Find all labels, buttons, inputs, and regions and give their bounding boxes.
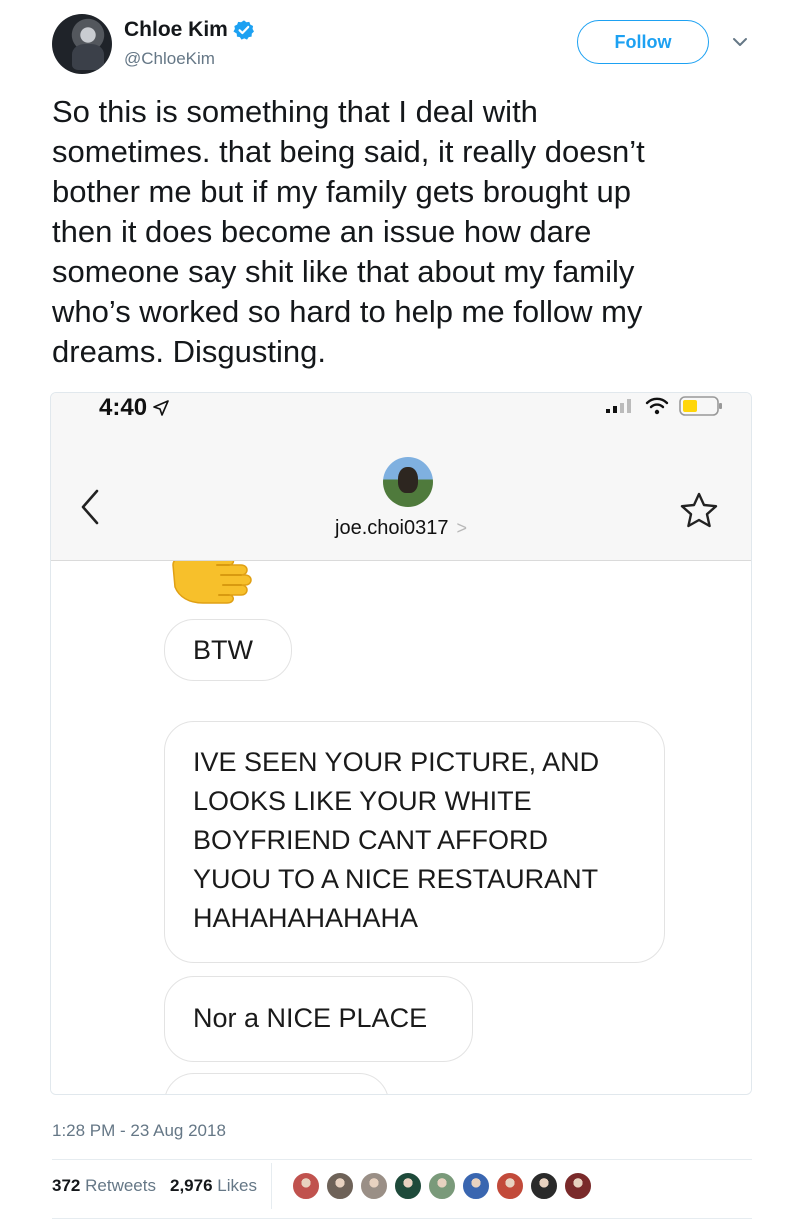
tweet-media-image[interactable]: 4:40 joe.choi0317 > BTW IVE SEEN YOUR PI…	[50, 392, 752, 1095]
author-name-row: Chloe Kim	[124, 18, 255, 42]
message-bubble-partial	[164, 1073, 389, 1094]
follow-button[interactable]: Follow	[577, 20, 709, 64]
message-bubble: BTW	[164, 619, 292, 681]
likes-stat[interactable]: 2,976 Likes	[170, 1176, 257, 1196]
message-bubble: IVE SEEN YOUR PICTURE, AND LOOKS LIKE YO…	[164, 721, 665, 963]
tweet-timestamp[interactable]: 1:28 PM - 23 Aug 2018	[52, 1121, 226, 1141]
contact-username-row[interactable]: joe.choi0317 >	[51, 517, 751, 540]
status-icons	[605, 396, 723, 416]
liker-avatar[interactable]	[359, 1172, 388, 1200]
star-icon[interactable]	[679, 491, 719, 531]
dm-header: joe.choi0317 >	[51, 421, 751, 561]
contact-chevron: >	[456, 518, 467, 538]
author-avatar[interactable]	[52, 14, 112, 74]
liker-avatars	[291, 1172, 592, 1200]
tweet-header: Chloe Kim @ChloeKim Follow	[52, 14, 752, 78]
author-handle[interactable]: @ChloeKim	[124, 49, 215, 69]
likes-label: Likes	[217, 1176, 257, 1195]
author-name[interactable]: Chloe Kim	[124, 18, 228, 42]
dm-thread: BTW IVE SEEN YOUR PICTURE, AND LOOKS LIK…	[51, 561, 751, 1094]
retweets-stat[interactable]: 372 Retweets	[52, 1176, 156, 1196]
contact-username: joe.choi0317	[335, 517, 449, 539]
likes-count: 2,976	[169, 1176, 213, 1195]
divider	[52, 1218, 752, 1219]
thumbs-up-emoji-icon	[172, 561, 252, 604]
message-bubble: Nor a NICE PLACE	[164, 976, 473, 1062]
contact-avatar[interactable]	[383, 457, 433, 507]
liker-avatar[interactable]	[291, 1172, 320, 1200]
liker-avatar[interactable]	[563, 1172, 592, 1200]
chevron-down-icon[interactable]	[730, 32, 750, 52]
battery-icon	[679, 396, 722, 416]
divider	[52, 1159, 752, 1160]
retweets-count: 372	[52, 1176, 81, 1195]
phone-status-bar: 4:40	[51, 393, 751, 421]
status-time: 4:40	[99, 394, 148, 421]
location-arrow-icon	[153, 400, 169, 416]
liker-avatar[interactable]	[325, 1172, 354, 1200]
verified-badge-icon	[233, 20, 254, 40]
status-time-row: 4:40	[99, 394, 169, 422]
wifi-icon	[645, 397, 669, 415]
tweet-stats: 372 Retweets 2,976 Likes	[52, 1163, 752, 1209]
liker-avatar[interactable]	[529, 1172, 558, 1200]
liker-avatar[interactable]	[495, 1172, 524, 1200]
liker-avatar[interactable]	[461, 1172, 490, 1200]
liker-avatar[interactable]	[393, 1172, 422, 1200]
tweet-text: So this is something that I deal with so…	[52, 94, 645, 369]
retweets-label: Retweets	[85, 1176, 156, 1195]
liker-avatar[interactable]	[427, 1172, 456, 1200]
stats-separator	[270, 1163, 272, 1209]
signal-icon	[606, 399, 631, 413]
